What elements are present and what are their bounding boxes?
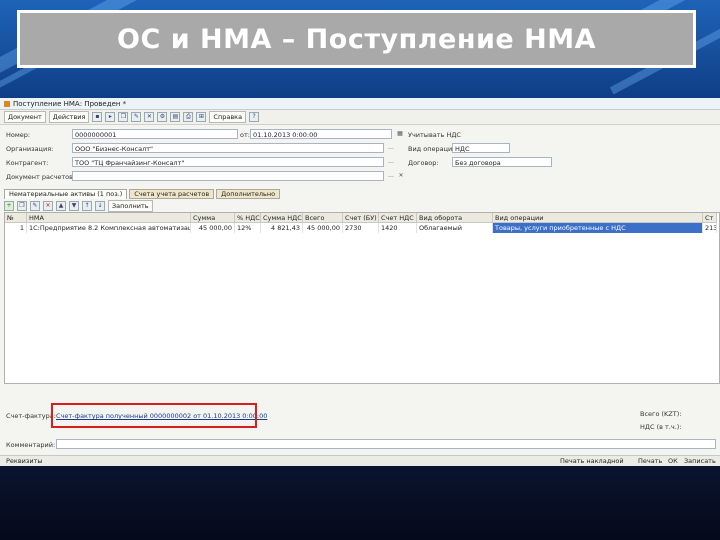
org-field[interactable]: ООО "Бизнес-Консалт" — [72, 143, 384, 153]
document-menu[interactable]: Документ — [4, 111, 46, 123]
copy-icon[interactable]: ❐ — [118, 112, 129, 122]
structure-icon[interactable]: ⊞ — [196, 112, 207, 122]
col-header[interactable]: № — [5, 213, 27, 223]
window-titlebar[interactable]: Поступление НМА: Проведен * — [0, 98, 720, 110]
vat-checkbox[interactable]: Учитывать НДС — [408, 131, 461, 139]
invoice-label: Счет-фактура: — [6, 412, 56, 420]
sort-asc-icon[interactable]: ↑ — [82, 200, 92, 211]
date-field[interactable]: 01.10.2013 0:00:00 — [250, 129, 392, 139]
settle-doc-field[interactable] — [72, 171, 384, 181]
kontr-label: Контрагент: — [6, 159, 49, 167]
comment-label: Комментарий: — [6, 441, 56, 449]
post-icon[interactable]: ▸ — [105, 112, 116, 122]
table-toolbar: + ❐ ✎ ✕ ▲ ▼ ↑ ↓ Заполнить — [4, 199, 153, 212]
edit-row-icon[interactable]: ✎ — [30, 200, 40, 211]
org-select-icon[interactable]: … — [386, 143, 396, 153]
delete-row-icon[interactable]: ✕ — [43, 200, 53, 211]
table-cell[interactable]: 4 821,43 — [261, 223, 303, 233]
settle-clear-icon[interactable]: ✕ — [396, 171, 406, 181]
table-row[interactable]: 1 1С:Предприятие 8.2 Комплексная автомат… — [5, 223, 719, 233]
number-field[interactable]: 0000000001 — [72, 129, 238, 139]
number-label: Номер: — [6, 131, 31, 139]
table-cell-selected[interactable]: Товары, услуги приобретенные с НДС — [493, 223, 703, 233]
main-toolbar: Документ Действия ▪ ▸ ❐ ✎ ✕ ⚙ ▤ ⎙ ⊞ Спра… — [0, 110, 720, 125]
window-title: Поступление НМА: Проведен * — [13, 99, 127, 108]
slide-footer-band — [0, 466, 720, 540]
col-header[interactable]: НМА — [27, 213, 191, 223]
kontr-select-icon[interactable]: … — [386, 157, 396, 167]
vat-mode-field[interactable]: НДС — [452, 143, 510, 153]
report-icon[interactable]: ▤ — [170, 112, 181, 122]
table-cell[interactable]: 1420 — [379, 223, 417, 233]
calendar-icon[interactable]: ▦ — [395, 129, 405, 139]
help-button[interactable]: Справка — [209, 111, 247, 123]
move-up-icon[interactable]: ▲ — [56, 200, 66, 211]
table-cell[interactable]: 213 — [703, 223, 717, 233]
save-icon[interactable]: ▪ — [92, 112, 103, 122]
col-header[interactable]: % НДС — [235, 213, 261, 223]
total-label: Всего (KZT): — [640, 410, 682, 418]
app-icon — [4, 100, 10, 107]
kontr-field[interactable]: ТОО "ТЦ Франчайзинг-Консалт" — [72, 157, 384, 167]
copy-row-icon[interactable]: ❐ — [17, 200, 27, 211]
slide-title: ОС и НМА – Поступление НМА — [117, 23, 596, 55]
date-label: от: — [240, 131, 250, 139]
dogovor-label: Договор: — [408, 159, 439, 167]
fill-button[interactable]: Заполнить — [108, 199, 153, 212]
table-cell[interactable]: 45 000,00 — [303, 223, 343, 233]
tab-additional[interactable]: Дополнительно — [216, 189, 281, 199]
dogovor-field[interactable]: Без договора — [452, 157, 552, 167]
total-vat-label: НДС (в т.ч.): — [640, 423, 682, 431]
col-header[interactable]: Счет (БУ) — [343, 213, 379, 223]
col-header[interactable]: Вид оборота — [417, 213, 493, 223]
move-down-icon[interactable]: ▼ — [69, 200, 79, 211]
slide-title-box: ОС и НМА – Поступление НМА — [17, 10, 696, 68]
tab-intangibles[interactable]: Нематериальные активы (1 поз.) — [4, 189, 128, 199]
document-tabs: Нематериальные активы (1 поз.) Счета уче… — [4, 189, 281, 199]
col-header[interactable]: Всего — [303, 213, 343, 223]
settle-doc-label: Документ расчетов: — [6, 173, 76, 181]
actions-menu[interactable]: Действия — [48, 111, 90, 123]
table-cell[interactable]: 2730 — [343, 223, 379, 233]
tab-accounts[interactable]: Счета учета расчетов — [129, 189, 215, 199]
add-row-icon[interactable]: + — [4, 200, 14, 211]
table-header: № НМА Сумма % НДС Сумма НДС Всего Счет (… — [5, 213, 719, 223]
col-header[interactable]: Ст — [703, 213, 717, 223]
table-cell[interactable]: 12% — [235, 223, 261, 233]
table-cell[interactable]: 1С:Предприятие 8.2 Комплексная автоматиз… — [27, 223, 191, 233]
settle-select-icon[interactable]: … — [386, 171, 396, 181]
col-header[interactable]: Сумма НДС — [261, 213, 303, 223]
col-header[interactable]: Вид операции — [493, 213, 703, 223]
table-cell[interactable]: 45 000,00 — [191, 223, 235, 233]
delete-icon[interactable]: ✕ — [144, 112, 155, 122]
items-table: № НМА Сумма % НДС Сумма НДС Всего Счет (… — [4, 212, 720, 384]
org-label: Организация: — [6, 145, 54, 153]
table-cell[interactable]: Облагаемый — [417, 223, 493, 233]
col-header[interactable]: Сумма — [191, 213, 235, 223]
edit-icon[interactable]: ✎ — [131, 112, 142, 122]
document-window: Поступление НМА: Проведен * Документ Дей… — [0, 98, 720, 467]
table-cell: 1 — [5, 223, 27, 233]
col-header[interactable]: Счет НДС — [379, 213, 417, 223]
comment-field[interactable] — [56, 439, 716, 449]
settings-icon[interactable]: ⚙ — [157, 112, 168, 122]
print-icon[interactable]: ⎙ — [183, 112, 194, 122]
highlight-box — [51, 403, 257, 428]
sort-desc-icon[interactable]: ↓ — [95, 200, 105, 211]
help-icon[interactable]: ? — [249, 112, 260, 122]
